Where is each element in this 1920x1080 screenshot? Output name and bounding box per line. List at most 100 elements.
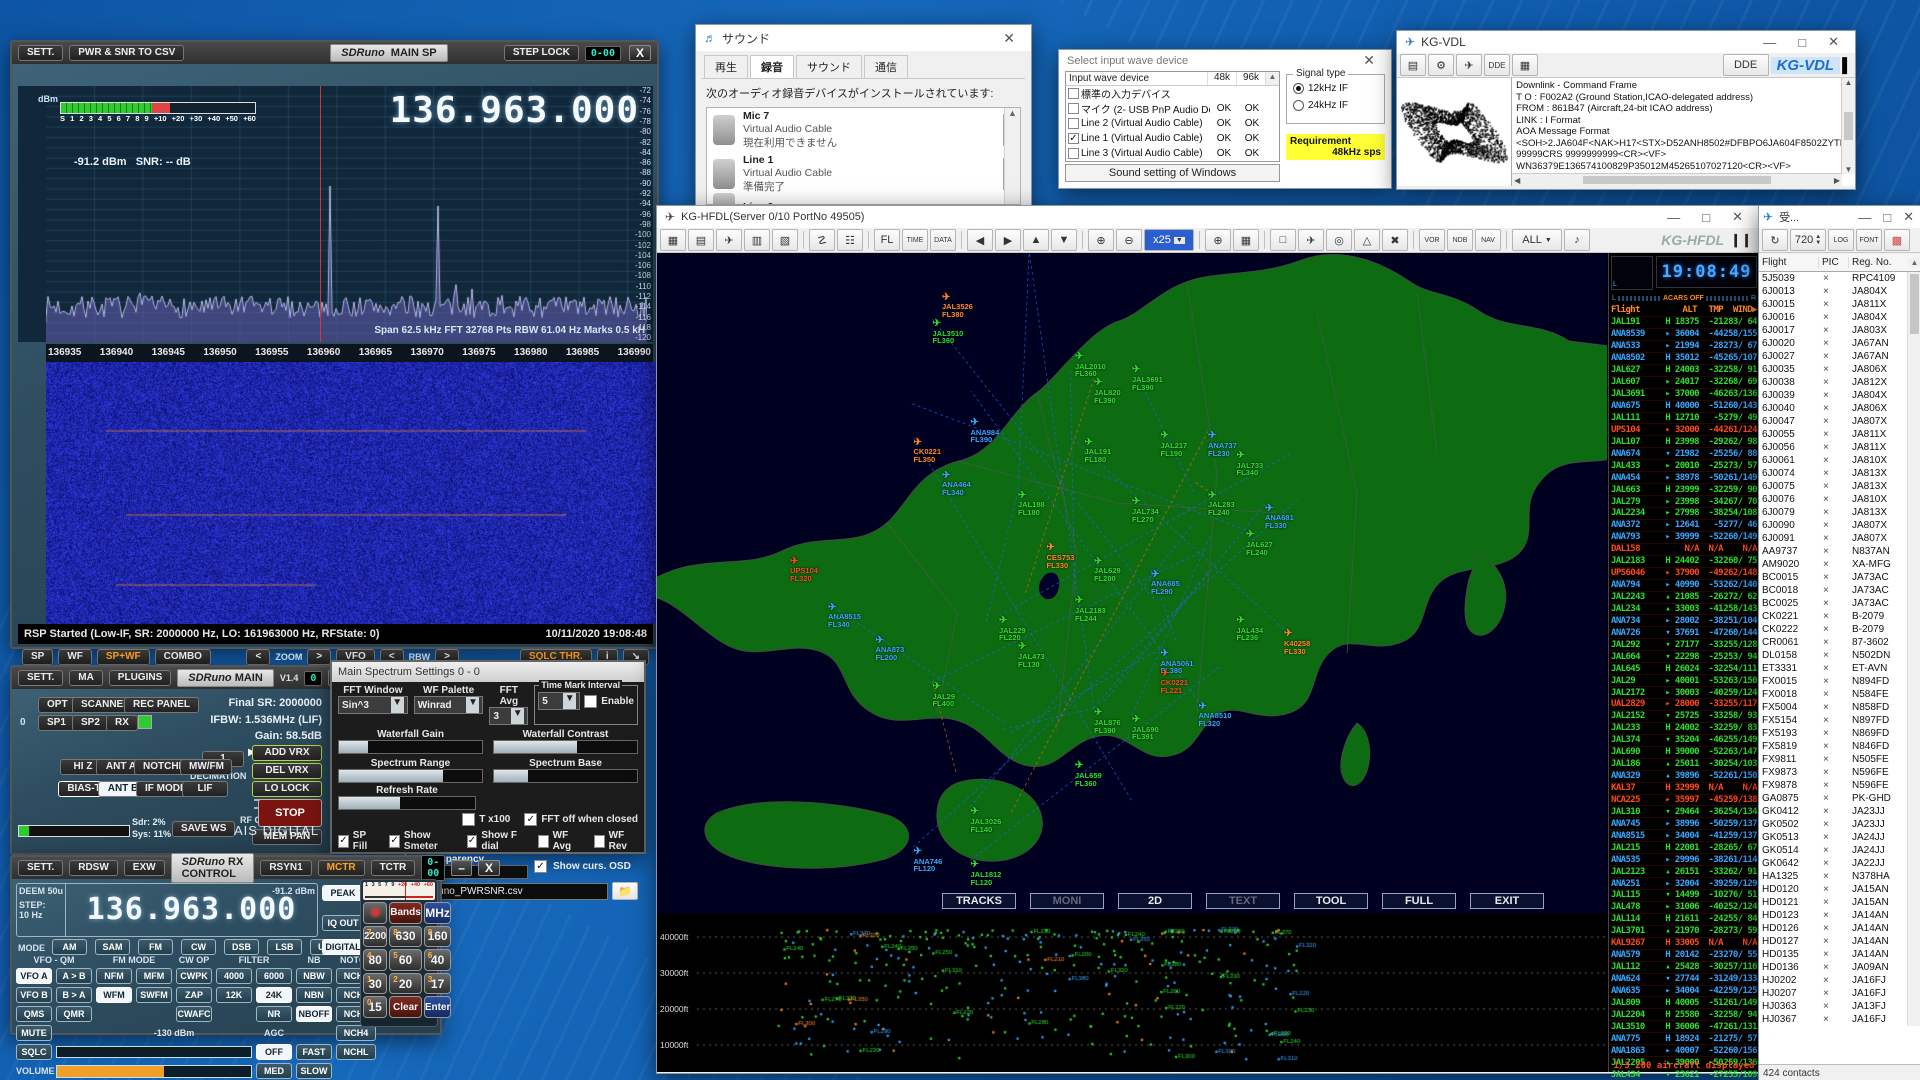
nr-button[interactable]: NR: [256, 1006, 292, 1022]
range-icon[interactable]: □: [1270, 229, 1296, 251]
mode-lsb[interactable]: LSB: [267, 939, 302, 955]
nfm-button[interactable]: NFM: [96, 968, 132, 984]
nboff-button[interactable]: NBOFF: [296, 1006, 332, 1022]
sqlc-button[interactable]: SQLC: [16, 1044, 52, 1060]
acars-flight-row[interactable]: JAL663H 23999-32259/ 90: [1609, 484, 1759, 496]
map-aircraft[interactable]: ✈JAL2183FL244: [1075, 596, 1106, 622]
agc-fast-button[interactable]: FAST: [296, 1044, 332, 1060]
contact-row[interactable]: FX5154×N897FD: [1759, 714, 1920, 727]
pan-up-icon[interactable]: ▲: [1023, 229, 1049, 251]
col-reg[interactable]: Reg. No.: [1849, 257, 1908, 268]
map-aircraft[interactable]: ✈JAL3526FL380: [942, 293, 973, 319]
scrollbar-up-icon[interactable]: ▲: [1266, 72, 1279, 85]
wfavg-checkbox[interactable]: [538, 835, 549, 848]
map-aircraft[interactable]: ✈ANA464FL340: [942, 471, 971, 497]
acars-flight-row[interactable]: JAL2152▾ 25725-33258/ 93: [1609, 711, 1759, 723]
wf-palette-select[interactable]: Winrad▼: [414, 696, 484, 714]
acars-flight-row[interactable]: ANA1863▸ 40007-52260/156: [1609, 1045, 1759, 1057]
close-icon[interactable]: ✕: [1355, 52, 1383, 69]
acars-flight-row[interactable]: ANA793▸ 39999-52260/149: [1609, 532, 1759, 544]
acars-flight-row[interactable]: JAL112▴ 25428-30257/116: [1609, 962, 1759, 974]
server-icon[interactable]: ☷: [837, 229, 863, 251]
acars-flight-row[interactable]: JAL2204H 25580-32258/ 94: [1609, 1009, 1759, 1021]
spectrum-range-slider[interactable]: [338, 769, 483, 783]
contact-row[interactable]: 6J0074×JA813X: [1759, 467, 1920, 480]
maximize-icon[interactable]: □: [1694, 210, 1718, 225]
acars-flight-row[interactable]: ANA8502H 35012-45265/107: [1609, 353, 1759, 365]
pan-down-icon[interactable]: ▼: [1051, 229, 1077, 251]
filter-12k-button[interactable]: 12K: [216, 987, 252, 1003]
fftoff-checkbox[interactable]: ✓: [524, 813, 537, 826]
rdsw-button[interactable]: RDSW: [69, 860, 118, 876]
tune-cursor[interactable]: [320, 86, 321, 342]
plane-list-icon[interactable]: ✈: [716, 229, 742, 251]
volume-slider[interactable]: [56, 1065, 252, 1078]
map-aircraft[interactable]: ✈JAL690FL391: [1132, 715, 1159, 741]
contact-row[interactable]: 6J0056×JA811X: [1759, 441, 1920, 454]
contact-row[interactable]: HA1325×N378HA: [1759, 870, 1920, 883]
vfo-b-button[interactable]: VFO B: [16, 987, 52, 1003]
close-icon[interactable]: ✕: [995, 30, 1023, 47]
qmr-button[interactable]: QMR: [56, 1006, 92, 1022]
contact-row[interactable]: GK0513×JA24JJ: [1759, 831, 1920, 844]
mute-button[interactable]: MUTE: [16, 1025, 52, 1041]
zoom-out-icon[interactable]: ⊖: [1116, 229, 1142, 251]
export-icon[interactable]: ▧: [772, 229, 798, 251]
pan-left-icon[interactable]: ◀: [967, 229, 993, 251]
cwpk-button[interactable]: CWPK: [176, 968, 212, 984]
map-button-2d[interactable]: 2D: [1118, 893, 1192, 909]
rings-icon[interactable]: ◎: [1326, 229, 1352, 251]
contact-row[interactable]: HD0120×JA15AN: [1759, 883, 1920, 896]
acars-flight-row[interactable]: JAL29▸ 40001-53263/150: [1609, 675, 1759, 687]
acars-flight-row[interactable]: JAL310▾ 29464-36254/134: [1609, 806, 1759, 818]
time-toggle[interactable]: TIME: [902, 229, 928, 251]
filter-24k-button[interactable]: 24K: [256, 987, 292, 1003]
report-icon[interactable]: ▥: [744, 229, 770, 251]
acars-flight-row[interactable]: JAL627H 24003-32258/ 91: [1609, 365, 1759, 377]
vscrollbar[interactable]: ▲▼: [1841, 78, 1855, 174]
contact-row[interactable]: FX5193×N869FD: [1759, 727, 1920, 740]
contact-row[interactable]: 6J0039×JA804X: [1759, 389, 1920, 402]
maximize-icon[interactable]: □: [1790, 35, 1814, 50]
map-button-tool[interactable]: TOOL: [1294, 893, 1368, 909]
acars-flight-row[interactable]: JAL111H 12710-5279/ 49: [1609, 413, 1759, 425]
col-flight[interactable]: Flight: [1759, 257, 1819, 268]
minimize-icon[interactable]: —: [1855, 210, 1874, 225]
fdial-checkbox[interactable]: ✓: [467, 835, 478, 848]
map-button-text[interactable]: TEXT: [1206, 893, 1280, 909]
nch4-button[interactable]: NCH4: [336, 1025, 376, 1041]
folder-icon[interactable]: 📁: [612, 882, 638, 900]
save-ws-button[interactable]: SAVE WS: [172, 821, 235, 837]
map-aircraft[interactable]: ✈JAL3691FL390: [1132, 365, 1163, 391]
ndb-toggle[interactable]: NDB: [1447, 229, 1473, 251]
grid-icon[interactable]: ▦: [1233, 229, 1259, 251]
contact-row[interactable]: DL0158×N502DN: [1759, 649, 1920, 662]
acars-flight-row[interactable]: JAL374▾ 35204-46255/149: [1609, 735, 1759, 747]
device-item[interactable]: Line 1Virtual Audio Cable準備完了: [707, 152, 1020, 196]
dde-icon[interactable]: DDE: [1484, 54, 1510, 76]
acars-flight-row[interactable]: KAL9267H 33005N/AN/A: [1609, 938, 1759, 950]
contact-row[interactable]: 6J0035×JA806X: [1759, 363, 1920, 376]
acars-flight-row[interactable]: JAL478▸ 31006-40252/124: [1609, 902, 1759, 914]
map-aircraft[interactable]: ✈JAL1812FL120: [971, 860, 1002, 886]
antenna-icon[interactable]: ☡: [809, 229, 835, 251]
contact-row[interactable]: HD0121×JA15AN: [1759, 896, 1920, 909]
map-aircraft[interactable]: ✈JAL188FL180: [1018, 491, 1045, 517]
filter-6000-button[interactable]: 6000: [256, 968, 292, 984]
nbn-button[interactable]: NBN: [296, 987, 332, 1003]
mode-dsb[interactable]: DSB: [224, 939, 259, 955]
contact-row[interactable]: HJ0367×JA16FJ: [1759, 1013, 1920, 1026]
contact-row[interactable]: HD0135×JA14AN: [1759, 948, 1920, 961]
map-display[interactable]: ✈JAL3526FL380✈JAL3510FL360✈JAL2010FL360✈…: [657, 253, 1607, 913]
acars-flight-row[interactable]: JAL107H 23998-29262/ 98: [1609, 436, 1759, 448]
nchl-button[interactable]: NCHL: [336, 1044, 376, 1060]
acars-flight-row[interactable]: ANA674▾ 21982-25256/ 88: [1609, 448, 1759, 460]
digital-button[interactable]: DIGITAL: [322, 939, 364, 955]
vscrollbar[interactable]: [1907, 272, 1920, 1026]
lif-button[interactable]: LIF: [182, 781, 228, 797]
map-button-moni[interactable]: MONI: [1030, 893, 1104, 909]
contact-row[interactable]: CK0222×B-2079: [1759, 623, 1920, 636]
mctr-button[interactable]: MCTR: [318, 860, 365, 876]
tctr-button[interactable]: TCTR: [371, 860, 416, 876]
acars-flight-row[interactable]: ANA675H 40000-51260/143: [1609, 401, 1759, 413]
